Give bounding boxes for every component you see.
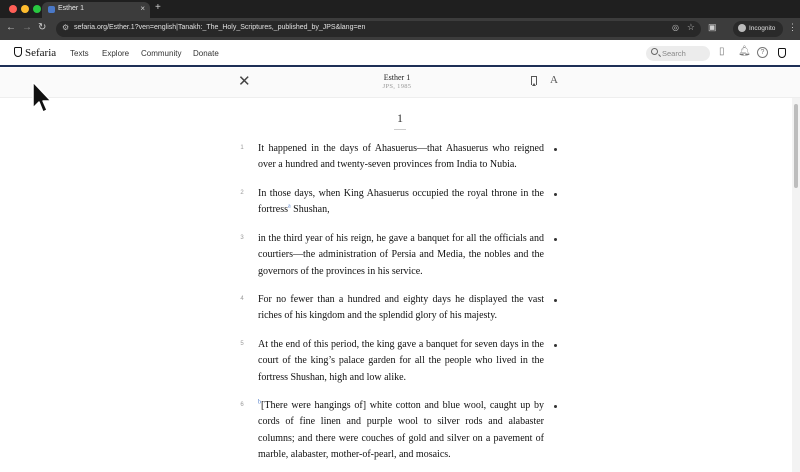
reader-text-panel: 1 1 It happened in the days of Ahasuerus… <box>0 98 792 472</box>
verse-number: 3 <box>240 235 244 241</box>
side-panel-icon[interactable]: ▣ <box>708 22 717 33</box>
url-bar[interactable]: ⚙ sefaria.org/Esther.1?ven=english|Tanak… <box>56 21 701 37</box>
sefaria-logo[interactable]: Sefaria <box>14 47 56 59</box>
search-placeholder: Search <box>662 49 686 58</box>
incognito-icon <box>738 24 746 32</box>
tab-close-icon[interactable]: × <box>140 4 145 13</box>
reload-icon[interactable]: ↻ <box>38 22 46 33</box>
connections-dot-icon[interactable] <box>554 344 557 347</box>
nav-donate[interactable]: Donate <box>193 49 219 58</box>
browser-tab-bar: Esther 1 × + <box>0 0 800 18</box>
site-header: Sefaria Texts Explore Community Donate S… <box>0 40 800 67</box>
verse-text[interactable]: At the end of this period, the king gave… <box>258 337 544 386</box>
bell-icon[interactable]: 🔔︎ <box>738 46 751 57</box>
connections-dot-icon[interactable] <box>554 148 557 151</box>
help-icon[interactable]: ? <box>757 47 768 58</box>
scrollbar-thumb[interactable] <box>794 104 798 188</box>
url-text[interactable]: sefaria.org/Esther.1?ven=english|Tanakh:… <box>74 24 365 31</box>
verse-text[interactable]: It happened in the days of Ahasuerus—tha… <box>258 141 544 174</box>
browser-menu-icon[interactable]: ⋮ <box>788 22 797 33</box>
sefaria-extension-icon[interactable] <box>778 48 786 58</box>
verse-text[interactable]: in the third year of his reign, he gave … <box>258 231 544 280</box>
connections-dot-icon[interactable] <box>554 238 557 241</box>
verse-text[interactable]: In those days, when King Ahasuerus occup… <box>258 186 544 219</box>
bookmark-icon[interactable] <box>531 76 537 86</box>
close-icon[interactable]: ✕ <box>238 72 251 90</box>
verse-number: 5 <box>240 341 244 347</box>
scrollbar[interactable] <box>792 98 800 472</box>
nav-texts[interactable]: Texts <box>70 49 89 58</box>
text-display-options-icon[interactable]: A <box>550 74 558 86</box>
back-arrow-icon[interactable]: ← <box>6 22 16 33</box>
sefaria-logo-icon <box>14 47 22 57</box>
verse-number: 2 <box>240 190 244 196</box>
window-close-button[interactable] <box>9 5 17 13</box>
incognito-label: Incognito <box>749 25 776 32</box>
version-label[interactable]: JPS, 1985 <box>320 83 474 90</box>
connections-dot-icon[interactable] <box>554 193 557 196</box>
chapter-number: 1 <box>397 111 403 125</box>
window-zoom-button[interactable] <box>33 5 41 13</box>
sefaria-favicon-icon <box>48 6 55 13</box>
verse-number: 6 <box>240 402 244 408</box>
eye-slash-icon[interactable]: ◎ <box>672 23 679 32</box>
verse-number: 1 <box>240 145 244 151</box>
mouse-pointer-icon <box>32 81 52 113</box>
book-title[interactable]: Esther 1 <box>320 73 474 82</box>
browser-tab[interactable]: Esther 1 × <box>42 2 150 18</box>
incognito-badge[interactable]: Incognito <box>733 21 783 37</box>
logo-text: Sefaria <box>25 47 57 59</box>
browser-toolbar: ← → ↻ ⚙ sefaria.org/Esther.1?ven=english… <box>0 18 800 40</box>
forward-arrow-icon[interactable]: → <box>22 22 32 33</box>
new-tab-button[interactable]: + <box>155 2 161 13</box>
search-icon <box>651 48 658 55</box>
bookmark-star-icon[interactable]: ☆ <box>687 22 695 33</box>
nav-explore[interactable]: Explore <box>102 49 129 58</box>
reader-toolbar: ✕ Esther 1 JPS, 1985 A <box>0 68 800 98</box>
site-info-icon[interactable]: ⚙ <box>62 23 69 32</box>
verse-text[interactable]: For no fewer than a hundred and eighty d… <box>258 292 544 325</box>
search-input[interactable]: Search <box>646 46 710 61</box>
connections-dot-icon[interactable] <box>554 405 557 408</box>
tab-title: Esther 1 <box>58 5 85 12</box>
verse-text-part: [There were hangings of] white cotton an… <box>258 400 544 460</box>
chapter-divider <box>394 129 406 130</box>
window-minimize-button[interactable] <box>21 5 29 13</box>
verse-number: 4 <box>240 296 244 302</box>
verse-text-part: Shushan, <box>290 204 330 216</box>
verse-text[interactable]: b[There were hangings of] white cotton a… <box>258 398 544 463</box>
nav-community[interactable]: Community <box>141 49 181 58</box>
saved-bookmarks-icon[interactable]: ▯ <box>719 46 725 57</box>
connections-dot-icon[interactable] <box>554 299 557 302</box>
